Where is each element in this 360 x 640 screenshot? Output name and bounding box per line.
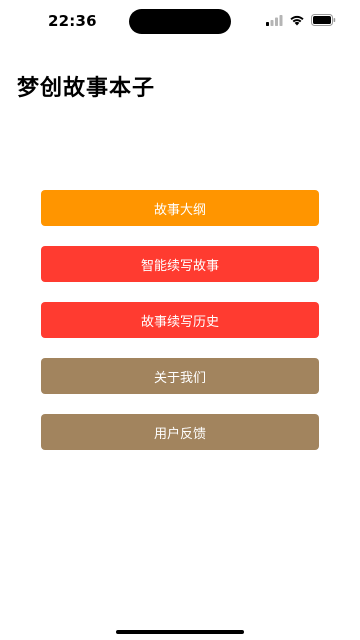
wifi-icon bbox=[290, 15, 304, 26]
home-indicator[interactable] bbox=[116, 630, 244, 634]
cellular-signal-icon bbox=[266, 14, 283, 26]
status-time: 22:36 bbox=[48, 12, 97, 30]
continue-history-button[interactable]: 故事续写历史 bbox=[41, 302, 319, 338]
smart-continue-story-button[interactable]: 智能续写故事 bbox=[41, 246, 319, 282]
story-outline-button[interactable]: 故事大纲 bbox=[41, 190, 319, 226]
battery-icon bbox=[311, 14, 336, 26]
status-bar: 22:36 bbox=[0, 0, 360, 44]
status-icons bbox=[266, 14, 336, 26]
page-title: 梦创故事本子 bbox=[17, 76, 156, 101]
dynamic-island bbox=[129, 9, 231, 34]
about-us-button[interactable]: 关于我们 bbox=[41, 358, 319, 394]
user-feedback-button[interactable]: 用户反馈 bbox=[41, 414, 319, 450]
main-menu: 故事大纲 智能续写故事 故事续写历史 关于我们 用户反馈 bbox=[41, 190, 319, 470]
